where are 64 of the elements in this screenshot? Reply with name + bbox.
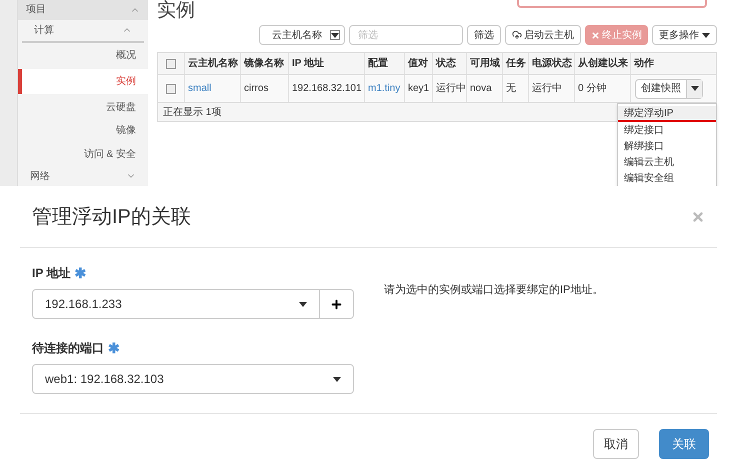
- column-header: 动作: [630, 53, 698, 74]
- column-header: 状态: [432, 53, 466, 74]
- sidebar-item[interactable]: 镜像: [18, 119, 148, 143]
- menu-item[interactable]: 编辑云主机: [618, 154, 716, 170]
- launch-button[interactable]: 启动云主机: [505, 25, 581, 45]
- table-cell-text: 192.168.32.101: [292, 82, 362, 96]
- filter-button[interactable]: 筛选: [467, 25, 501, 45]
- required-asterisk: ✱: [74, 266, 86, 280]
- menu-item[interactable]: 编辑安全组: [618, 170, 716, 186]
- table-cell-text: 运行中: [436, 82, 466, 96]
- help-text: 请为选中的实例或端口选择要绑定的IP地址。: [384, 282, 604, 298]
- table-cell-text: 运行中: [532, 82, 562, 96]
- table-cell-text: cirros: [244, 82, 268, 96]
- checkbox[interactable]: [166, 58, 176, 68]
- column-header: 从创建以来: [574, 53, 630, 74]
- table-cell-text: 无: [506, 82, 516, 96]
- field-label: 待连接的端口: [32, 340, 104, 357]
- filter-select[interactable]: 云主机名称: [259, 25, 345, 45]
- close-icon: [591, 30, 600, 40]
- checkbox[interactable]: [166, 84, 176, 94]
- close-icon[interactable]: [691, 210, 705, 224]
- column-header: IP 地址: [288, 53, 364, 74]
- sidebar-item[interactable]: 概况: [18, 43, 148, 67]
- column-header: 任务: [502, 53, 528, 74]
- table-cell-text: key1: [408, 82, 430, 96]
- ip-address-select[interactable]: 192.168.1.233: [32, 289, 320, 319]
- column-header: 电源状态: [528, 53, 574, 74]
- plus-icon: [330, 298, 343, 310]
- sidebar-item[interactable]: 云硬盘: [18, 96, 148, 120]
- caret-icon: [333, 376, 341, 382]
- cancel-button[interactable]: 取消: [593, 429, 639, 459]
- column-header: 值对: [404, 53, 432, 74]
- table-link[interactable]: small: [188, 81, 212, 96]
- column-header: 可用域: [466, 53, 502, 74]
- table-footer: 正在显示 1项: [163, 104, 222, 120]
- filter-field[interactable]: 筛选: [349, 25, 463, 45]
- column-header: 配置: [364, 53, 404, 74]
- column-header: 云主机名称: [184, 53, 240, 74]
- sidebar-section[interactable]: 项目: [18, 0, 148, 20]
- table-cell-text: 0 分钟: [578, 82, 606, 96]
- menu-item[interactable]: 绑定接口: [618, 122, 716, 138]
- caret-icon: [299, 302, 307, 306]
- caret-icon: [331, 32, 339, 38]
- field-label: IP 地址: [32, 265, 70, 282]
- caret-icon: [702, 32, 710, 38]
- cloud-upload-icon: [512, 30, 522, 40]
- associate-button[interactable]: 关联: [659, 429, 709, 459]
- add-button[interactable]: [320, 289, 354, 319]
- menu-item[interactable]: 绑定浮动IP: [618, 106, 716, 122]
- port-select[interactable]: web1: 192.168.32.103: [32, 364, 354, 394]
- sidebar-item[interactable]: 实例: [18, 68, 148, 94]
- required-asterisk: ✱: [108, 341, 120, 355]
- table-link[interactable]: m1.tiny: [368, 81, 400, 96]
- sidebar-item[interactable]: 访问 & 安全: [18, 142, 148, 166]
- table-cell-text: nova: [470, 82, 492, 96]
- modal-title: 管理浮动IP的关联: [32, 204, 191, 230]
- dropdown-toggle[interactable]: [686, 80, 702, 98]
- more-actions-button[interactable]: 更多操作: [652, 25, 717, 45]
- menu-item[interactable]: 解绑接口: [618, 138, 716, 154]
- caret-icon: [690, 86, 698, 91]
- page-title: 实例: [157, 0, 195, 22]
- column-header: 镜像名称: [240, 53, 288, 74]
- sidebar-group[interactable]: 网络: [18, 166, 148, 186]
- sidebar-group[interactable]: 计算: [22, 20, 144, 44]
